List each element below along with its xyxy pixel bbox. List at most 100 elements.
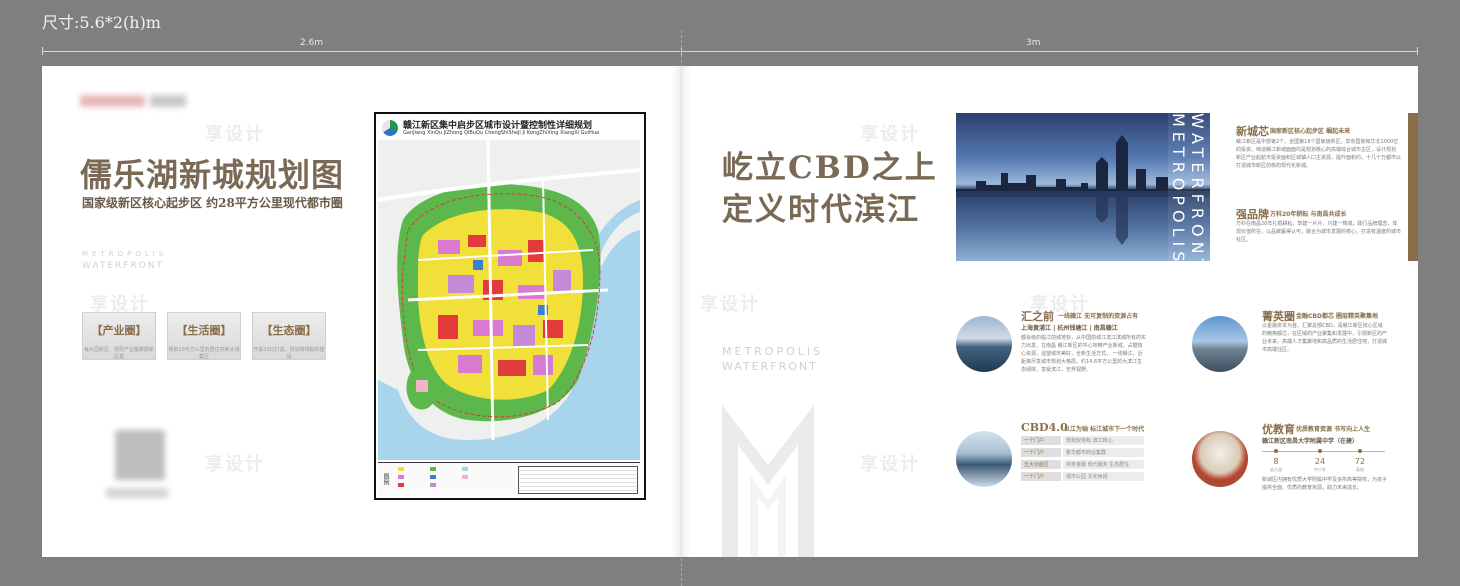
blurred-logo — [80, 95, 145, 107]
legend-swatch — [398, 467, 404, 471]
district-block — [448, 275, 474, 293]
tag-title: 【生态圈】 — [261, 324, 317, 337]
towers-photo — [1192, 316, 1248, 372]
section-title-huizhishe: 汇之前 — [1021, 310, 1054, 323]
ruler-line — [42, 51, 1418, 52]
classroom-photo — [1192, 431, 1248, 487]
size-label: 尺寸:5.6*2(h)m — [42, 13, 161, 32]
district-block — [498, 250, 522, 266]
timeline-value: 72 — [1354, 457, 1366, 466]
legend-swatch — [462, 467, 468, 471]
watermark: 享设计 — [860, 454, 920, 475]
waterfront-label: WATERFRONT — [722, 360, 818, 373]
ruler-label-right: 3m — [1026, 38, 1041, 48]
cbd-photo — [956, 431, 1012, 487]
headline-line1: 屹立CBD之上 — [722, 150, 938, 186]
page-title: 儒乐湖新城规划图 — [80, 156, 345, 194]
section-sub-huizhishe: 一线赣江 无可复制的资源占有 — [1058, 313, 1139, 320]
vertical-metropolis: METROPOLIS — [1169, 113, 1188, 267]
timeline-line — [1262, 451, 1385, 452]
tag-title: 【生活圈】 — [176, 324, 232, 337]
timeline-dot — [1274, 449, 1278, 453]
legend-swatch — [398, 475, 404, 479]
ruler-label-left: 2.6m — [300, 38, 324, 48]
m-logo-shape — [722, 405, 814, 557]
blurred-footer-text — [106, 488, 168, 498]
district-block — [498, 360, 526, 376]
tag-desc: 每片园新区、领导产业集聚群新区基 — [83, 347, 154, 360]
planning-map: 赣江新区集中启步区城市设计暨控制性详细规划 GanJiang XinQu JiZ… — [374, 112, 646, 500]
row-text: 城市公园 文化休闲 — [1063, 472, 1144, 481]
section-sub-qiangpin: 万科20年耕耘 与南昌共成长 — [1270, 211, 1347, 218]
district-block — [438, 240, 460, 254]
headline-line2: 定义时代滨江 — [722, 192, 920, 228]
row-chip: 一个门户 — [1021, 448, 1061, 457]
map-legend-bar: 图例 — [378, 462, 640, 495]
section-sub-xincheng: 国家新区核心起步区 崛起未来 — [1270, 128, 1351, 135]
section-line2-youjiaoyu: 赣江新区南昌大学附属中学（在建） — [1262, 438, 1359, 445]
tag-title: 【产业圈】 — [91, 324, 147, 337]
timeline-value: 8 — [1273, 457, 1279, 466]
district-block — [458, 355, 482, 373]
district-block — [553, 270, 571, 294]
ruler-tick-left — [42, 47, 43, 55]
legend-swatch — [398, 483, 404, 487]
river-photo — [956, 316, 1012, 372]
table-row: 一个门户 城市公园 文化休闲 — [1021, 472, 1144, 481]
district-block — [473, 320, 503, 336]
section-sub-cbd: 以江为轴 标江城市下一个时代 — [1064, 426, 1145, 433]
district-block — [438, 315, 458, 339]
table-row: 五大功能区 商务金融 现代服务 生态居住 — [1021, 460, 1144, 469]
tag-card-eco: 【生态圈】 开来10亿打造、规划将规融的建设 — [252, 312, 326, 360]
legend-label: 图例 — [382, 473, 389, 485]
section-body-xincheng: 赣江新区是中部第2个、全国第18个国家级新区，享有国家和华北1000亿的投资，缔… — [1236, 139, 1402, 169]
timeline-dot — [1358, 449, 1362, 453]
blurred-logo-secondary — [150, 95, 186, 107]
map-drawing — [378, 140, 640, 460]
section-sub-jingying: 金融CBD都芯 圈层精英聚集地 — [1296, 313, 1379, 320]
waterfront-label: WATERFRONT — [82, 261, 165, 271]
section-line2-huizhishe: 上海黄浦江 | 杭州钱塘江 | 南昌赣江 — [1021, 325, 1118, 332]
district-block — [416, 380, 428, 392]
timeline-dot — [1318, 449, 1322, 453]
section-title-youjiaoyu: 优教育 — [1262, 423, 1295, 436]
tag-card-industry: 【产业圈】 每片园新区、领导产业集聚群新区基 — [82, 312, 156, 360]
cbd-table: 一个门户 规划双地标 滨江核心 一个门户 繁华都市商业集群 五大功能区 商务金融… — [1021, 436, 1144, 481]
tag-desc: 规划10平方公里的居住高新大城集区 — [168, 347, 240, 360]
district-block — [513, 325, 535, 347]
map-info-block — [518, 466, 638, 494]
row-chip: 一个门户 — [1021, 472, 1061, 481]
tag-card-life: 【生活圈】 规划10平方公里的居住高新大城集区 — [167, 312, 241, 360]
map-pinyin: GanJiang XinQu JiZhong QiBuQu ChengShiSh… — [403, 130, 600, 136]
row-text: 商务金融 现代服务 生态居住 — [1063, 460, 1144, 469]
district-block — [473, 260, 483, 270]
legend-swatch — [462, 475, 468, 479]
page-fold — [671, 66, 691, 557]
section-title-cbd: CBD4.0 — [1021, 421, 1068, 434]
section-sub-youjiaoyu: 优质教育资源 书写向上人生 — [1296, 426, 1371, 433]
page-subtitle: 国家级新区核心起步区 约28平方公里现代都市圈 — [82, 196, 343, 210]
section-body-qiangpin: 万科在南昌20年扎根耕耘，筑建一片片，只建一楼城，践行品牌理念，体现价值所在，以… — [1236, 221, 1402, 243]
district-block — [528, 240, 544, 262]
watermark: 享设计 — [205, 124, 265, 145]
metropolis-label: METROPOLIS — [82, 250, 168, 258]
map-logo-icon — [382, 120, 398, 136]
legend-swatch — [430, 475, 436, 479]
section-title-xincheng: 新城芯 — [1236, 125, 1269, 138]
timeline-label: 幼儿园 — [1270, 467, 1282, 472]
blurred-qr-code — [115, 430, 165, 480]
ruler-tick-right — [1417, 47, 1418, 55]
gold-accent-bar — [1408, 113, 1418, 261]
row-chip: 五大功能区 — [1021, 460, 1061, 469]
district-block — [533, 355, 553, 375]
m-logo-graphic — [722, 405, 814, 557]
section-body-huizhishe: 都会级的临江前城地标，从中国前城江滨江滨城所有的实力出发，在南昌 赣江新区的中心… — [1021, 335, 1147, 373]
district-block — [468, 235, 486, 247]
legend-swatch — [430, 483, 436, 487]
section-body-youjiaoyu: 新城区内拥有优质大学附属中学及多所高等院校，为孩子提供全面、优质的教育资源，助力… — [1262, 477, 1388, 491]
timeline-label: 高校 — [1356, 467, 1364, 472]
section-body-jingying: 以金融资本为首，汇聚总部CBD，是赣江新区核心区域的精英都芯，在区域的产业聚集和… — [1262, 323, 1388, 353]
table-row: 一个门户 繁华都市商业集群 — [1021, 448, 1144, 457]
watermark: 享设计 — [700, 294, 760, 315]
watermark: 享设计 — [860, 124, 920, 145]
